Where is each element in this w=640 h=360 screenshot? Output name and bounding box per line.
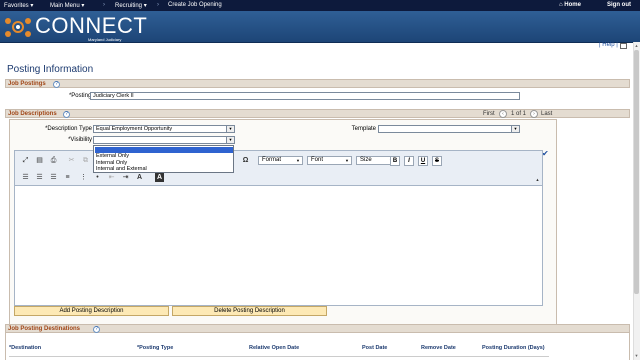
visibility-label: *Visibility xyxy=(68,137,92,143)
justify-icon[interactable]: ≡ xyxy=(63,173,72,182)
pager-count: 1 of 1 xyxy=(511,111,527,117)
job-postings-title: Job Postings xyxy=(8,81,46,87)
bold-button[interactable]: B xyxy=(390,156,400,166)
maximize-icon[interactable]: ⤢ xyxy=(21,156,30,165)
italic-button[interactable]: I xyxy=(404,156,414,166)
description-type-value: Equal Employment Opportunity xyxy=(96,126,173,132)
numbered-list-icon[interactable]: ⋮ xyxy=(79,173,88,182)
chevron-down-icon[interactable]: ▼ xyxy=(226,137,234,143)
visibility-select[interactable]: ▼ xyxy=(93,136,235,144)
chevron-down-icon[interactable]: ▼ xyxy=(226,126,234,132)
size-label: Size xyxy=(360,157,372,163)
table-divider xyxy=(9,356,549,357)
visibility-dropdown-list: External Only Internal Only Internal and… xyxy=(93,145,234,173)
column-header-relative-open-date[interactable]: Relative Open Date xyxy=(249,345,299,351)
job-descriptions-title: Job Descriptions xyxy=(8,111,57,117)
text-color-icon[interactable]: A xyxy=(135,173,144,182)
chevron-down-icon: ▾ xyxy=(81,3,85,9)
special-character-icon[interactable]: Ω xyxy=(241,156,250,165)
column-header-remove-date[interactable]: Remove Date xyxy=(421,345,456,351)
main-menu-label: Main Menu xyxy=(50,3,80,9)
home-link[interactable]: ⌂ Home xyxy=(559,2,581,8)
print-icon[interactable]: ⎙ xyxy=(49,156,58,165)
column-header-destination[interactable]: *Destination xyxy=(9,345,41,351)
column-header-posting-type[interactable]: *Posting Type xyxy=(137,345,173,351)
column-header-posting-duration[interactable]: Posting Duration (Days) xyxy=(482,345,545,351)
page-title: Posting Information xyxy=(7,64,94,75)
copy-icon[interactable]: ⧉ xyxy=(81,156,90,165)
help-label: Help xyxy=(602,42,615,48)
align-left-icon[interactable]: ☰ xyxy=(21,173,30,182)
format-select[interactable]: Format ▼ xyxy=(258,156,303,165)
scrollbar-thumb[interactable] xyxy=(634,50,639,294)
description-type-select[interactable]: Equal Employment Opportunity ▼ xyxy=(93,125,235,133)
help-icon[interactable]: ? xyxy=(53,81,60,88)
posting-title-input[interactable]: Judiciary Clerk II xyxy=(90,92,520,100)
next-row-icon[interactable]: › xyxy=(530,110,538,118)
align-center-icon[interactable]: ☰ xyxy=(35,173,44,182)
spellcheck-icon[interactable]: ✔ xyxy=(542,149,549,158)
destinations-title: Job Posting Destinations xyxy=(8,326,81,332)
new-window-icon[interactable] xyxy=(620,43,627,49)
format-label: Format xyxy=(262,157,282,163)
add-posting-description-button[interactable]: Add Posting Description xyxy=(14,306,169,316)
template-label: Template xyxy=(351,126,376,132)
destinations-section-header: Job Posting Destinations ? xyxy=(5,324,630,333)
scroll-down-icon[interactable]: ▼ xyxy=(634,353,639,359)
indent-icon[interactable]: ⇥ xyxy=(121,173,130,182)
brand-subtitle: Maryland Judiciary xyxy=(88,37,122,42)
breadcrumb-recruiting-label: Recruiting xyxy=(115,3,143,9)
help-link[interactable]: | Help | xyxy=(599,42,618,48)
help-icon[interactable]: ? xyxy=(93,326,100,333)
underline-button[interactable]: U xyxy=(418,156,428,166)
delete-posting-description-button[interactable]: Delete Posting Description xyxy=(172,306,327,316)
template-select[interactable]: ▼ xyxy=(378,125,520,133)
sign-out-link[interactable]: Sign out xyxy=(607,2,631,8)
previous-row-icon[interactable]: ‹ xyxy=(499,110,507,118)
pager-last-label[interactable]: Last xyxy=(541,111,552,117)
favorites-menu[interactable]: Favorites ▾ xyxy=(4,2,33,9)
chevron-down-icon: ▼ xyxy=(296,158,300,163)
breadcrumb-separator-icon: › xyxy=(103,2,105,8)
outdent-icon[interactable]: ⇤ xyxy=(107,173,116,182)
connect-logo-icon xyxy=(5,18,31,37)
strikethrough-button[interactable]: S xyxy=(432,156,442,166)
chevron-down-icon: ▼ xyxy=(345,158,349,163)
brand-name: CONNECT xyxy=(35,13,148,38)
breadcrumb-recruiting[interactable]: Recruiting ▾ xyxy=(115,2,147,9)
bulleted-list-icon[interactable]: • xyxy=(93,173,102,182)
column-header-post-date[interactable]: Post Date xyxy=(362,345,387,351)
cut-icon[interactable]: ✂ xyxy=(67,156,76,165)
home-label: Home xyxy=(564,2,581,8)
top-nav-bar: Favorites ▾ Main Menu ▾ › Recruiting ▾ ›… xyxy=(0,0,640,11)
pager-first-label[interactable]: First xyxy=(483,111,495,117)
collapse-toolbar-icon[interactable]: ▲ xyxy=(533,175,542,184)
breadcrumb-create-job-opening[interactable]: Create Job Opening xyxy=(168,2,222,8)
home-icon: ⌂ xyxy=(559,2,563,8)
breadcrumb-separator-icon: › xyxy=(157,2,159,8)
chevron-down-icon[interactable]: ▼ xyxy=(511,126,519,132)
chevron-down-icon: ▾ xyxy=(30,3,34,9)
align-right-icon[interactable]: ☰ xyxy=(49,173,58,182)
help-icon[interactable]: ? xyxy=(63,111,70,118)
scroll-up-icon[interactable]: ▲ xyxy=(634,43,639,49)
job-postings-section-header: Job Postings ? xyxy=(5,79,630,88)
visibility-option[interactable]: External Only xyxy=(95,153,233,159)
font-select[interactable]: Font ▼ xyxy=(307,156,352,165)
visibility-option[interactable]: Internal and External xyxy=(95,166,233,172)
font-label: Font xyxy=(311,157,324,163)
source-icon[interactable]: ▤ xyxy=(35,156,44,165)
background-color-icon[interactable]: A xyxy=(155,173,164,182)
main-menu[interactable]: Main Menu ▾ xyxy=(50,2,84,9)
chevron-down-icon: ▾ xyxy=(143,3,147,9)
favorites-label: Favorites xyxy=(4,3,29,9)
description-type-label: *Description Type xyxy=(45,126,92,132)
